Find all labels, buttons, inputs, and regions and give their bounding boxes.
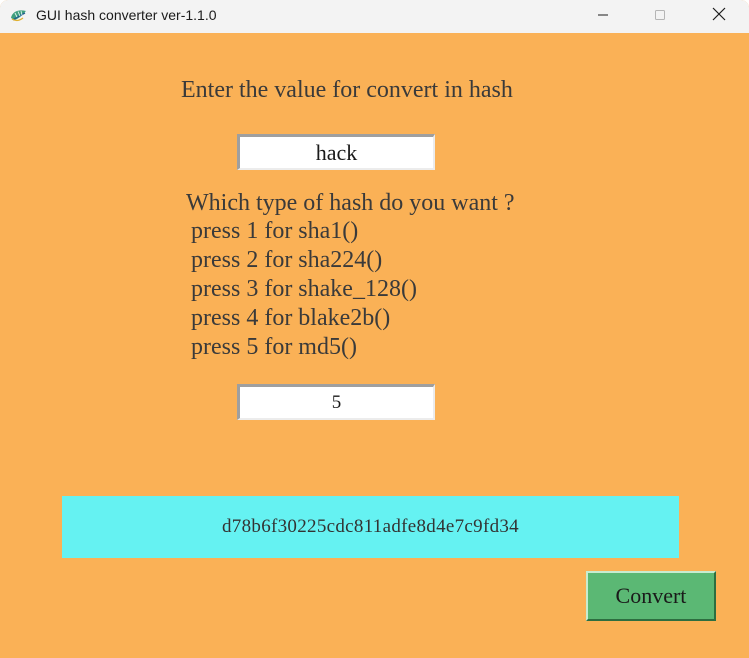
- client-area: Enter the value for convert in hash Whic…: [0, 33, 749, 658]
- option-sha224: press 2 for sha224(): [191, 247, 383, 273]
- option-shake128: press 3 for shake_128(): [191, 276, 417, 302]
- option-md5: press 5 for md5(): [191, 334, 357, 360]
- option-sha1: press 1 for sha1(): [191, 218, 359, 244]
- value-input[interactable]: [237, 134, 435, 170]
- hash-type-question: Which type of hash do you want ?: [186, 190, 515, 216]
- minimize-button[interactable]: [580, 0, 626, 33]
- python-feather-icon: [9, 6, 29, 26]
- convert-button[interactable]: Convert: [586, 571, 716, 621]
- close-button[interactable]: [696, 0, 742, 33]
- minimize-icon: [597, 8, 609, 26]
- window-title: GUI hash converter ver-1.1.0: [36, 7, 217, 23]
- app-window: GUI hash converter ver-1.1.0 Enter the v…: [0, 0, 749, 658]
- title-bar[interactable]: GUI hash converter ver-1.1.0: [0, 0, 749, 33]
- hash-choice-input[interactable]: [237, 384, 435, 420]
- option-blake2b: press 4 for blake2b(): [191, 305, 391, 331]
- close-icon: [712, 7, 726, 26]
- maximize-button[interactable]: [637, 0, 683, 33]
- value-prompt-label: Enter the value for convert in hash: [181, 77, 513, 103]
- hash-result-output: d78b6f30225cdc811adfe8d4e7c9fd34: [62, 496, 679, 558]
- maximize-icon: [654, 8, 666, 26]
- hash-options-list: press 1 for sha1() press 2 for sha224() …: [191, 217, 417, 362]
